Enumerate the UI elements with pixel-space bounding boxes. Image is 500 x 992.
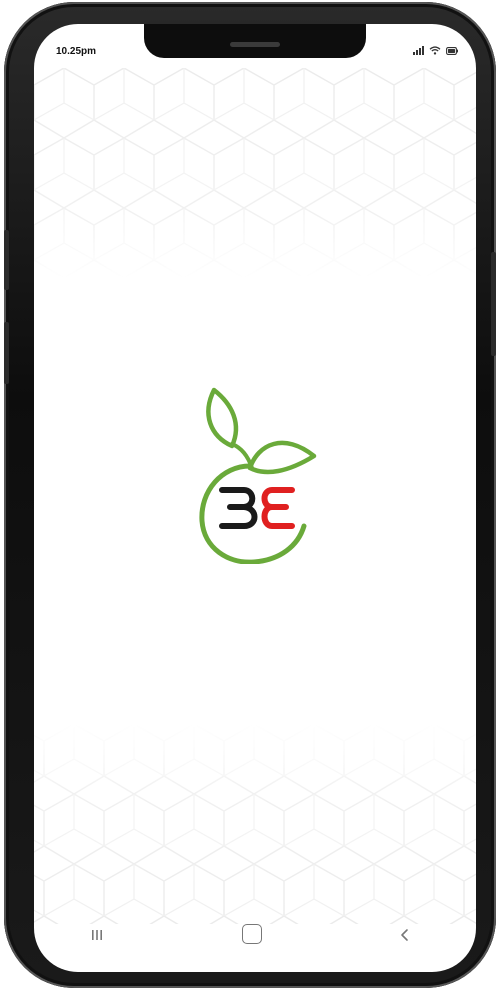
screen: 10.25pm: [34, 24, 476, 972]
home-icon[interactable]: [242, 924, 262, 944]
phone-frame: 10.25pm: [4, 2, 496, 988]
power-button: [491, 252, 496, 356]
background-pattern-top: [34, 68, 476, 278]
battery-icon: [446, 46, 458, 55]
status-icons: [413, 46, 458, 55]
background-pattern-bottom: [34, 724, 476, 924]
be-leaf-logo: [199, 387, 317, 564]
volume-down-button: [4, 322, 9, 384]
back-icon[interactable]: [398, 928, 412, 942]
status-bar: 10.25pm: [34, 24, 476, 68]
status-time: 10.25pm: [56, 46, 97, 57]
wifi-icon: [429, 46, 441, 55]
volume-up-button: [4, 230, 9, 290]
system-nav-bar: [34, 920, 476, 960]
signal-icon: [413, 46, 424, 55]
recents-icon[interactable]: [90, 928, 104, 942]
